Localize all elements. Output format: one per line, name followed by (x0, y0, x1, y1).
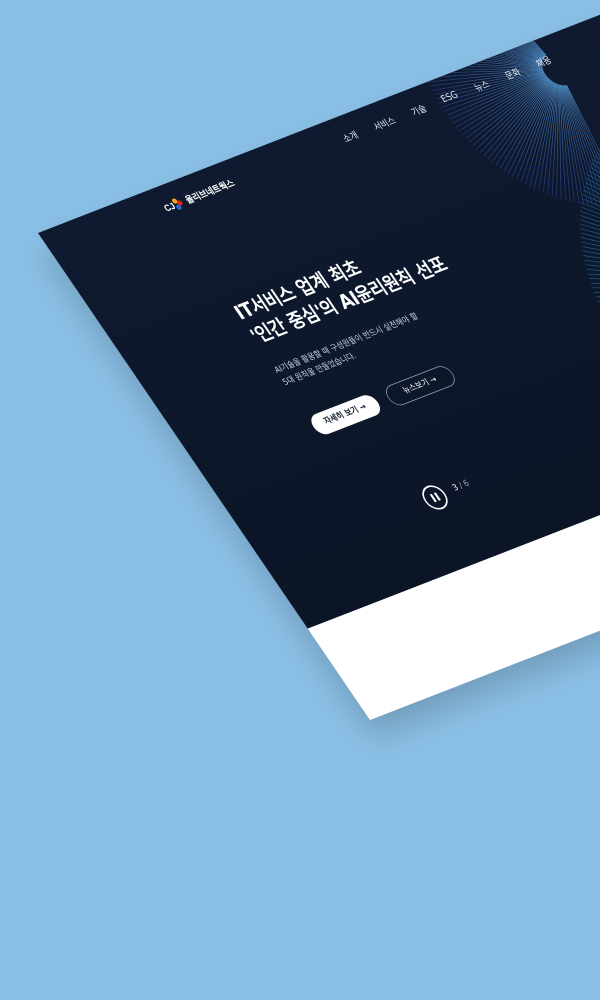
view-details-button[interactable]: 자세히 보기 → (306, 392, 385, 438)
spiral-line (592, 286, 600, 289)
slider-total: / 6 (457, 478, 472, 491)
nav-item-service[interactable]: 서비스 (370, 113, 399, 133)
spiral-line (580, 210, 600, 276)
hero-section: CJ 올리브네트웍스 소개 서비스 기술 ESG 뉴스 문화 채용 IT서비스 … (38, 0, 600, 629)
spiral-line (511, 81, 554, 178)
stage: CJ 올리브네트웍스 소개 서비스 기술 ESG 뉴스 문화 채용 IT서비스 … (0, 0, 600, 1000)
spiral-line (581, 246, 600, 281)
spiral-line (580, 232, 600, 279)
slider-pause-button[interactable] (417, 482, 453, 513)
spiral-line (590, 282, 600, 287)
spiral-line (595, 288, 600, 298)
spiral-line (443, 0, 546, 57)
slider-pager: 3 / 6 (451, 479, 472, 493)
spiral-line (586, 268, 600, 285)
spiral-line (581, 237, 600, 280)
cj-logo-icon: CJ (162, 198, 183, 214)
logo-text: 올리브네트웍스 (183, 177, 238, 206)
spiral-line (520, 82, 555, 183)
company-logo[interactable]: CJ 올리브네트웍스 (160, 175, 239, 217)
nav-item-about[interactable]: 소개 (339, 128, 361, 145)
website-page: CJ 올리브네트웍스 소개 서비스 기술 ESG 뉴스 문화 채용 IT서비스 … (38, 0, 600, 720)
spiral-top-shape (415, 0, 600, 206)
spiral-line (591, 162, 600, 268)
spiral-line (593, 287, 600, 293)
view-news-button[interactable]: 뉴스보기 → (381, 363, 460, 409)
